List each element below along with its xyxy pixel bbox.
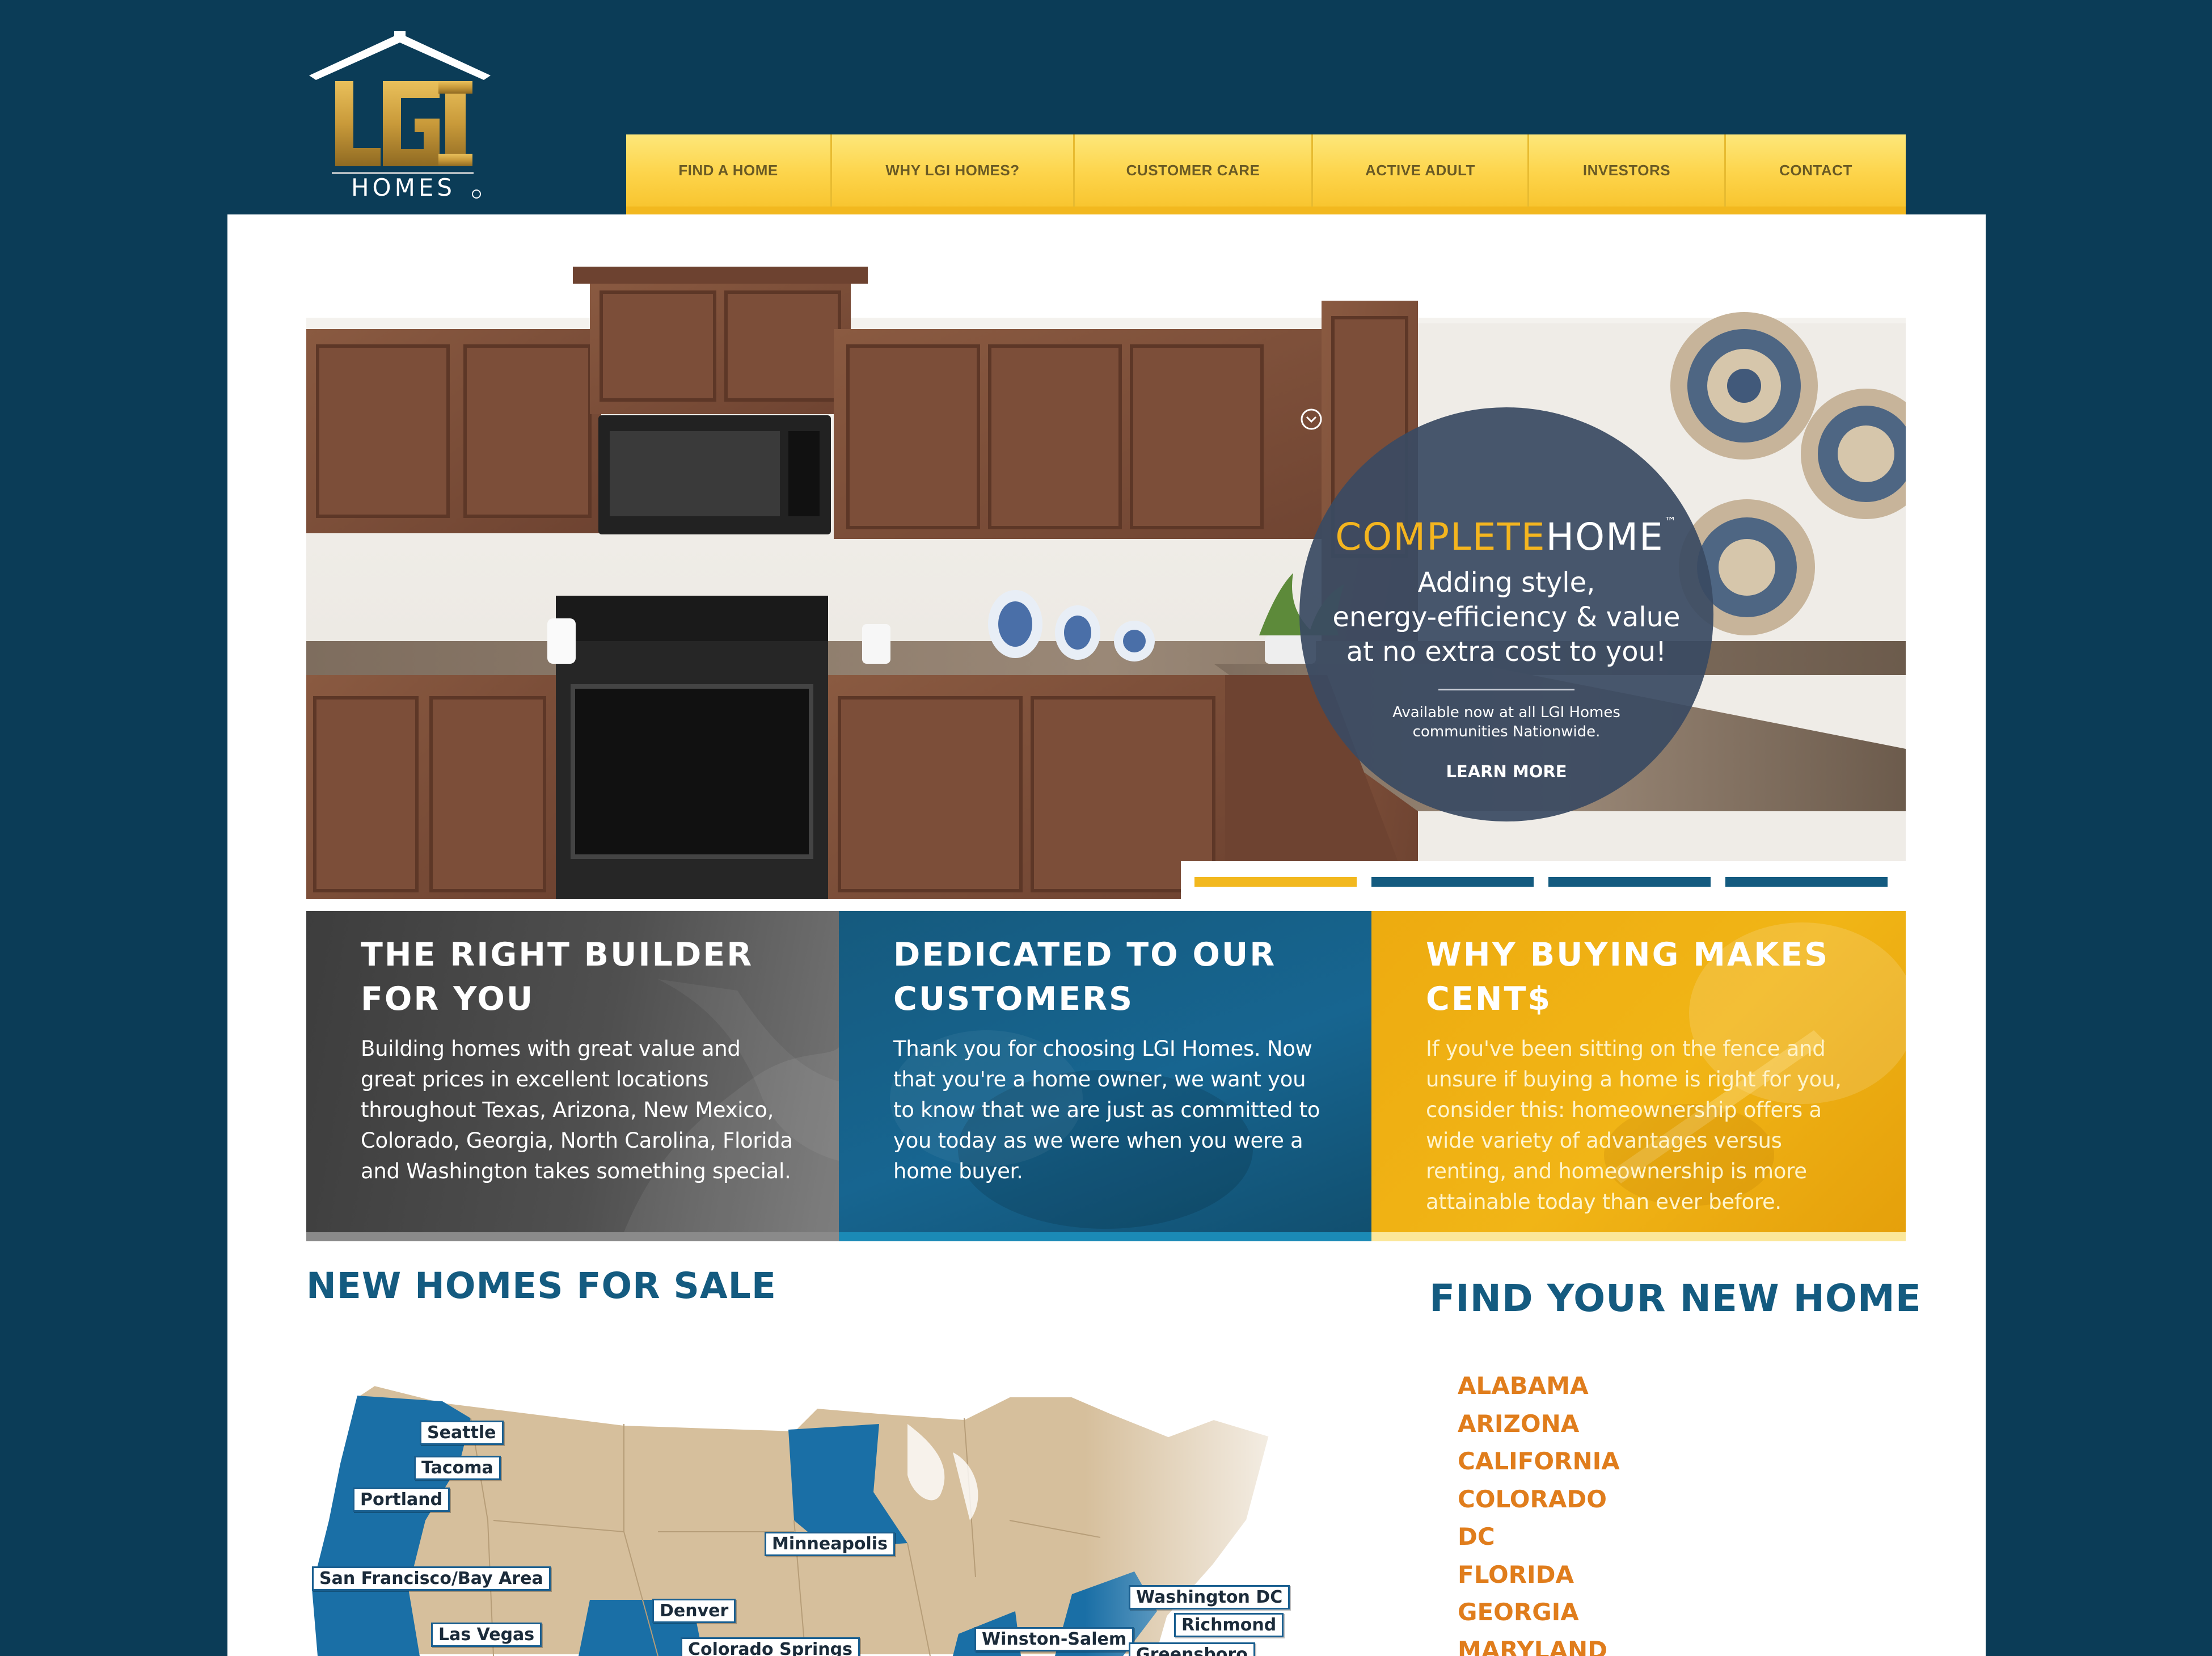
state-link-california[interactable]: CALIFORNIA (1458, 1443, 1620, 1481)
lgi-homes-logo[interactable]: HOMES (303, 31, 496, 201)
state-list: ALABAMA ARIZONA CALIFORNIA COLORADO DC F… (1458, 1367, 1620, 1656)
new-homes-title: NEW HOMES FOR SALE (306, 1265, 776, 1307)
us-map-graphic (306, 1350, 1344, 1656)
city-san-francisco-bay-area[interactable]: San Francisco/Bay Area (312, 1566, 551, 1591)
complete-home-brand: COMPLETEHOME™ (1335, 515, 1678, 559)
slide-indicator-4[interactable] (1725, 877, 1888, 887)
slide-indicator-3[interactable] (1548, 877, 1711, 887)
city-minneapolis[interactable]: Minneapolis (765, 1532, 895, 1556)
city-portland[interactable]: Portland (353, 1488, 450, 1512)
panel-1-title: THE RIGHT BUILDER FOR YOU (361, 936, 754, 1018)
panel-3-body: If you've been sitting on the fence and … (1426, 1036, 1842, 1214)
city-greensboro[interactable]: Greensboro (1129, 1642, 1255, 1656)
state-link-maryland[interactable]: MARYLAND (1458, 1632, 1620, 1656)
city-winston-salem[interactable]: Winston-Salem (974, 1627, 1134, 1651)
state-link-georgia[interactable]: GEORGIA (1458, 1594, 1620, 1632)
nav-investors[interactable]: INVESTORS (1529, 134, 1726, 207)
nav-customer-care[interactable]: CUSTOMER CARE (1075, 134, 1313, 207)
find-home-title: FIND YOUR NEW HOME (1429, 1276, 1922, 1320)
main-nav: FIND A HOME WHY LGI HOMES? CUSTOMER CARE… (626, 134, 1906, 214)
learn-more-link[interactable]: LEARN MORE (1301, 408, 1567, 781)
city-colorado-springs[interactable]: Colorado Springs (681, 1637, 860, 1656)
panel-1-body: Building homes with great value and grea… (361, 1036, 793, 1183)
city-las-vegas[interactable]: Las Vegas (431, 1623, 542, 1647)
promo-divider (1438, 689, 1574, 690)
city-tacoma[interactable]: Tacoma (414, 1456, 501, 1480)
complete-home-promo: COMPLETEHOME™ Adding style, energy-effic… (1299, 407, 1713, 821)
chevron-down-circle-icon (1301, 408, 1322, 430)
panel-right-builder[interactable]: THE RIGHT BUILDER FOR YOU Building homes … (306, 911, 839, 1241)
city-seattle[interactable]: Seattle (420, 1421, 504, 1445)
nav-why-lgi-homes[interactable]: WHY LGI HOMES? (832, 134, 1075, 207)
city-washington-dc[interactable]: Washington DC (1129, 1585, 1290, 1609)
state-link-florida[interactable]: FLORIDA (1458, 1556, 1620, 1594)
panel-dedicated-customers[interactable]: DEDICATED TO OUR CUSTOMERS Thank you for … (839, 911, 1371, 1241)
nav-contact[interactable]: CONTACT (1726, 134, 1906, 207)
slide-indicator-2[interactable] (1371, 877, 1534, 887)
svg-text:HOMES: HOMES (351, 174, 455, 201)
state-link-dc[interactable]: DC (1458, 1518, 1620, 1556)
panel-why-buying[interactable]: WHY BUYING MAKES CENT$ If you've been sit… (1371, 911, 1906, 1241)
panel-2-title: DEDICATED TO OUR CUSTOMERS (893, 936, 1277, 1018)
city-richmond[interactable]: Richmond (1174, 1613, 1284, 1637)
us-map[interactable]: Seattle Tacoma Portland San Francisco/Ba… (306, 1350, 1344, 1656)
panel-2-body: Thank you for choosing LGI Homes. Now th… (893, 1036, 1320, 1183)
slide-indicator-1[interactable] (1194, 877, 1357, 887)
nav-active-adult[interactable]: ACTIVE ADULT (1313, 134, 1529, 207)
state-link-arizona[interactable]: ARIZONA (1458, 1405, 1620, 1443)
state-link-alabama[interactable]: ALABAMA (1458, 1367, 1620, 1405)
promo-tagline: Adding style, energy-efficiency & value … (1332, 567, 1681, 668)
panel-3-title: WHY BUYING MAKES CENT$ (1426, 936, 1830, 1018)
nav-find-a-home[interactable]: FIND A HOME (626, 134, 832, 207)
state-link-colorado[interactable]: COLORADO (1458, 1481, 1620, 1519)
promo-availability: Available now at all LGI Homes communiti… (1392, 704, 1620, 740)
slide-indicators (1181, 861, 1906, 899)
hero-slider[interactable]: COMPLETEHOME™ Adding style, energy-effic… (306, 267, 1906, 899)
city-denver[interactable]: Denver (652, 1599, 736, 1623)
